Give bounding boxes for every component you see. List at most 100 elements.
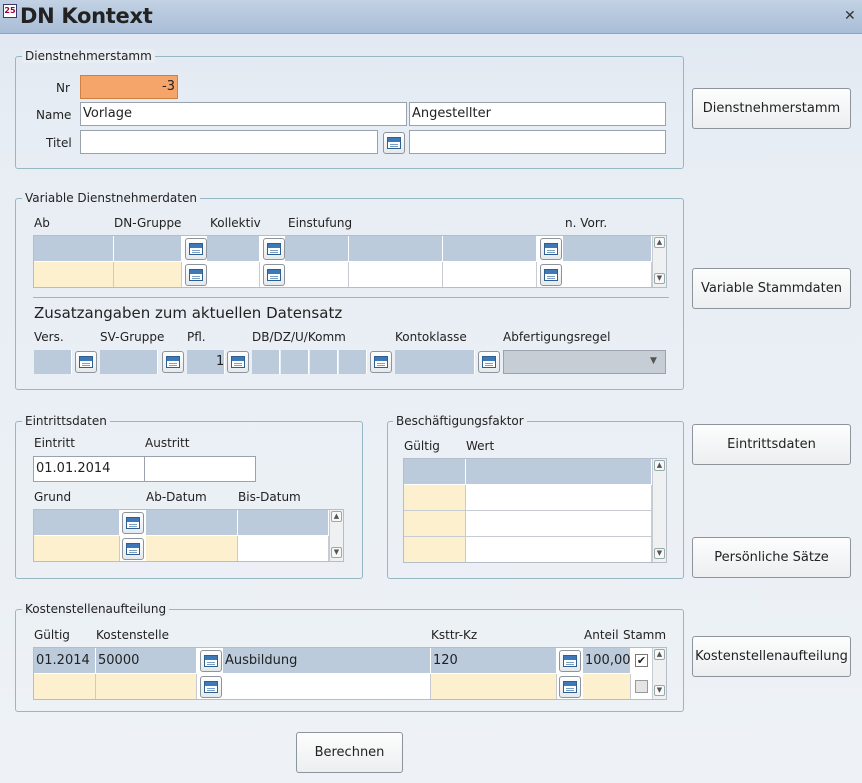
scroll-up-icon[interactable]: ▲ [654, 237, 665, 248]
col-svgruppe: SV-Gruppe [100, 330, 165, 344]
besch-row2-gueltig[interactable] [404, 485, 466, 511]
besch-row3-wert[interactable] [466, 511, 652, 537]
eintritt-row2-abdatum[interactable] [146, 536, 238, 561]
pfl-lookup-icon[interactable] [227, 351, 249, 373]
eintritt-field[interactable]: 01.01.2014 [33, 456, 145, 482]
vers-field[interactable] [34, 350, 72, 374]
titel-calendar-icon[interactable] [383, 132, 405, 154]
eintritt-row1-abdatum[interactable] [146, 510, 238, 535]
eintritt-row2-grund[interactable] [34, 536, 120, 561]
db-field[interactable] [252, 350, 280, 374]
kst-row1-ksttr-text: 120 [433, 653, 458, 668]
scroll-up-icon[interactable]: ▲ [331, 511, 342, 522]
pfl-value: 1 [216, 354, 225, 369]
variable-stammdaten-button[interactable]: Variable Stammdaten [692, 268, 851, 309]
col-ksttr: Ksttr-Kz [431, 628, 478, 642]
var-row1-col5[interactable] [349, 236, 443, 261]
var-row1-einstufung-icon[interactable] [263, 238, 285, 260]
eintritt-row2-grund-icon[interactable] [122, 538, 144, 560]
kst-row2-ksttr-icon[interactable] [559, 676, 581, 698]
besch-row4-gueltig[interactable] [404, 537, 466, 562]
eintrittsdaten-button[interactable]: Eintrittsdaten [692, 424, 851, 465]
kosten-scrollbar[interactable]: ▲ ▼ [652, 648, 666, 699]
besch-row3-gueltig[interactable] [404, 511, 466, 537]
svgruppe-lookup-icon[interactable] [162, 351, 184, 373]
u-field[interactable] [310, 350, 338, 374]
var-row1-nvorr[interactable] [563, 236, 652, 261]
kst-row1-stamm-checkbox[interactable]: ✔ [635, 654, 648, 667]
scroll-down-icon[interactable]: ▼ [331, 547, 342, 558]
eintritt-row2-bisdatum[interactable] [238, 536, 329, 561]
kst-row1-gueltig-text: 01.2014 [36, 653, 90, 668]
var-row2-kollektiv-icon[interactable] [185, 264, 207, 286]
scroll-down-icon[interactable]: ▼ [654, 685, 665, 696]
scroll-up-icon[interactable]: ▲ [654, 460, 665, 471]
austritt-field[interactable] [144, 456, 256, 482]
besch-row1-wert[interactable] [466, 459, 652, 484]
kontoklasse-field[interactable] [395, 350, 475, 374]
eintritt-legend: Eintrittsdaten [22, 414, 110, 428]
var-row2-einstufung-icon[interactable] [263, 264, 285, 286]
eintritt-row1-grund[interactable] [34, 510, 120, 535]
var-row2-nvorr[interactable] [563, 262, 652, 287]
scroll-up-icon[interactable]: ▲ [654, 649, 665, 660]
var-row1-ab[interactable] [34, 236, 114, 261]
besch-row4-wert[interactable] [466, 537, 652, 562]
name-second-field[interactable]: Angestellter [409, 102, 666, 126]
nr-field[interactable]: -3 [80, 75, 178, 99]
kst-row2-anteil[interactable] [583, 674, 631, 699]
kst-row1-lookup-icon[interactable] [200, 650, 222, 672]
beschaeftigung-scrollbar[interactable]: ▲ ▼ [652, 459, 666, 562]
austritt-label: Austritt [145, 436, 190, 450]
berechnen-button[interactable]: Berechnen [296, 732, 403, 773]
scroll-down-icon[interactable]: ▼ [654, 548, 665, 559]
kst-row1-kostenstelle-text: 50000 [98, 653, 140, 668]
close-icon[interactable]: ✕ [844, 8, 856, 24]
eintritt-scrollbar[interactable]: ▲ ▼ [329, 510, 343, 561]
var-row2-kollektiv[interactable] [207, 262, 260, 287]
komm-field[interactable] [339, 350, 367, 374]
var-row2-nvorr-icon[interactable] [540, 264, 562, 286]
col-nvorr: n. Vorr. [565, 216, 608, 230]
name-first-field[interactable]: Vorlage [80, 102, 407, 126]
eintritt-row1-bisdatum[interactable] [238, 510, 329, 535]
besch-row1-gueltig[interactable] [404, 459, 466, 484]
col-dbdz: DB/DZ/U/Komm [252, 330, 346, 344]
besch-row2-wert[interactable] [466, 485, 652, 511]
kst-row2-bezeichnung[interactable] [223, 674, 431, 699]
persoenliche-saetze-button[interactable]: Persönliche Sätze [692, 537, 851, 578]
komm-lookup-icon[interactable] [370, 351, 392, 373]
var-row2-dngruppe[interactable] [114, 262, 182, 287]
var-row2-einstufung[interactable] [285, 262, 349, 287]
var-row1-kollektiv[interactable] [207, 236, 260, 261]
var-row1-nvorr-icon[interactable] [540, 238, 562, 260]
svgruppe-field[interactable] [100, 350, 158, 374]
kst-row1-ksttr-icon[interactable] [559, 650, 581, 672]
var-row1-dngruppe[interactable] [114, 236, 182, 261]
kst-row2-ksttr[interactable] [431, 674, 557, 699]
var-row2-col5[interactable] [349, 262, 443, 287]
var-row2-col6[interactable] [443, 262, 537, 287]
kst-row2-kostenstelle[interactable] [96, 674, 197, 699]
titel-field[interactable] [80, 130, 378, 154]
app-icon: 25 [3, 4, 17, 18]
vers-lookup-icon[interactable] [75, 351, 97, 373]
var-row1-col6[interactable] [443, 236, 537, 261]
titel-second-field[interactable] [409, 130, 666, 154]
col-kostenstelle: Kostenstelle [96, 628, 169, 642]
var-row1-kollektiv-icon[interactable] [185, 238, 207, 260]
dz-field[interactable] [281, 350, 309, 374]
kst-row2-gueltig[interactable] [34, 674, 96, 699]
chevron-down-icon[interactable]: ▼ [650, 356, 657, 366]
kontoklasse-lookup-icon[interactable] [478, 351, 500, 373]
variable-scrollbar[interactable]: ▲ ▼ [652, 236, 666, 287]
scroll-down-icon[interactable]: ▼ [654, 273, 665, 284]
dienstnehmerstamm-button[interactable]: Dienstnehmerstamm [692, 88, 851, 129]
var-row1-einstufung[interactable] [285, 236, 349, 261]
kst-row2-stamm-checkbox[interactable] [635, 680, 648, 693]
abfertigung-select[interactable] [503, 350, 666, 374]
kostenstellenaufteilung-button[interactable]: Kostenstellenaufteilung [692, 636, 851, 677]
eintritt-row1-grund-icon[interactable] [122, 512, 144, 534]
var-row2-ab[interactable] [34, 262, 114, 287]
kst-row2-lookup-icon[interactable] [200, 676, 222, 698]
